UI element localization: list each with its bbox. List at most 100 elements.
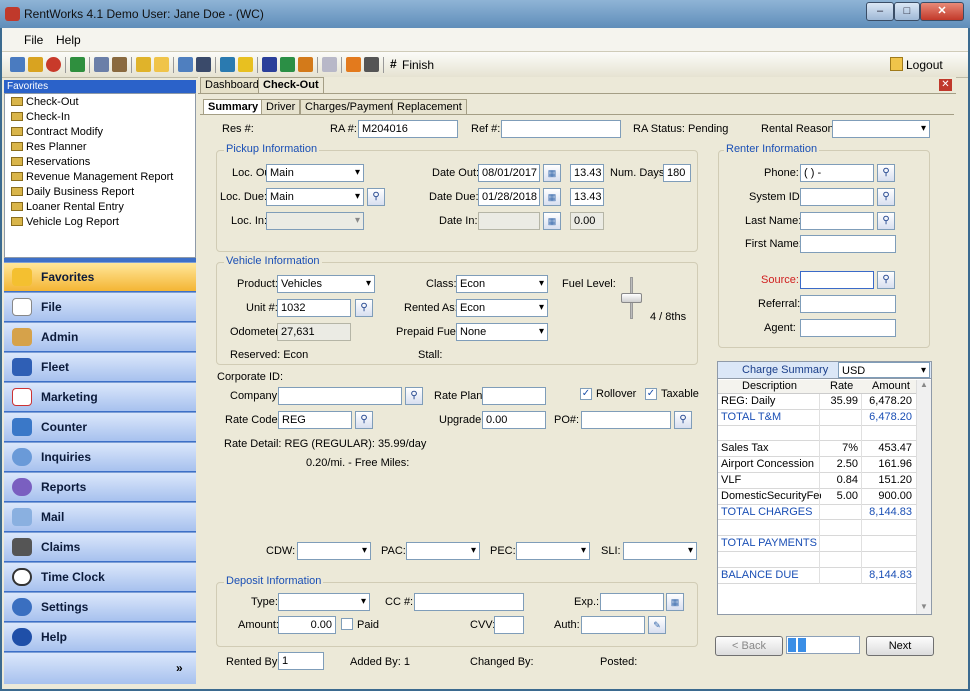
refresh-icon[interactable] — [220, 57, 235, 72]
favorite-item-revenue-report[interactable]: Revenue Management Report — [11, 170, 173, 185]
maximize-button[interactable]: □ — [894, 2, 920, 21]
date-out-field[interactable]: 08/01/2017 — [478, 164, 540, 182]
cvv-field[interactable] — [494, 616, 524, 634]
percent-icon[interactable] — [364, 57, 379, 72]
auth-field[interactable] — [581, 616, 645, 634]
binoculars-icon[interactable]: ⚲ — [674, 411, 692, 429]
unit-field[interactable]: 1032 — [277, 299, 351, 317]
nav-mail[interactable]: Mail — [4, 502, 196, 531]
binoculars-icon[interactable]: ⚲ — [877, 164, 895, 182]
rented-as-select[interactable]: Econ — [456, 299, 548, 317]
nav-file[interactable]: File — [4, 292, 196, 321]
subtab-driver[interactable]: Driver — [261, 99, 301, 114]
nav-admin[interactable]: Admin — [4, 322, 196, 351]
truck-icon[interactable] — [262, 57, 277, 72]
close-icon[interactable]: ✕ — [939, 79, 952, 91]
binoculars-icon[interactable]: ⚲ — [355, 411, 373, 429]
class-select[interactable]: Econ — [456, 275, 548, 293]
wrench-icon[interactable] — [298, 57, 313, 72]
letter-e-icon[interactable] — [322, 57, 337, 72]
loc-in-select[interactable] — [266, 212, 364, 230]
network-icon[interactable] — [94, 57, 109, 72]
binoculars-icon[interactable]: ⚲ — [355, 299, 373, 317]
arrow-icon[interactable] — [136, 57, 151, 72]
chevron-double-down-icon[interactable]: » — [176, 661, 183, 675]
ruler-icon[interactable] — [238, 57, 253, 72]
exp-field[interactable] — [600, 593, 664, 611]
cdw-select[interactable] — [297, 542, 371, 560]
back-button[interactable]: < Back — [715, 636, 783, 656]
nav-help[interactable]: Help — [4, 622, 196, 651]
currency-select[interactable]: USD — [838, 362, 930, 378]
company-field[interactable] — [278, 387, 402, 405]
rollover-checkbox[interactable]: ✓ — [580, 388, 592, 400]
favorite-item-daily-report[interactable]: Daily Business Report — [11, 185, 134, 200]
cc-number-field[interactable] — [414, 593, 524, 611]
binoculars-icon[interactable]: ⚲ — [367, 188, 385, 206]
phone-field[interactable]: ( ) - — [800, 164, 874, 182]
odometer-field[interactable]: 27,631 — [277, 323, 351, 341]
book-icon[interactable] — [10, 57, 25, 72]
rental-reason-select[interactable] — [832, 120, 930, 138]
loc-out-select[interactable]: Main — [266, 164, 364, 182]
favorite-item-loaner-entry[interactable]: Loaner Rental Entry — [11, 200, 124, 215]
document-icon[interactable] — [178, 57, 193, 72]
time-due-field[interactable]: 13.43 — [570, 188, 604, 206]
tab-checkout[interactable]: Check-Out — [258, 77, 324, 93]
car-pair-icon[interactable] — [280, 57, 295, 72]
nav-marketing[interactable]: Marketing — [4, 382, 196, 411]
ra-number-field[interactable]: M204016 — [358, 120, 458, 138]
binoculars-icon[interactable]: ⚲ — [877, 188, 895, 206]
nav-reports[interactable]: Reports — [4, 472, 196, 501]
nav-time-clock[interactable]: Time Clock — [4, 562, 196, 591]
calendar-icon[interactable]: ▦ — [543, 212, 561, 230]
nav-fleet[interactable]: Fleet — [4, 352, 196, 381]
menu-file[interactable]: File — [24, 33, 43, 47]
binoculars-icon[interactable]: ⚲ — [877, 271, 895, 289]
loc-due-select[interactable]: Main — [266, 188, 364, 206]
upgrade-field[interactable]: 0.00 — [482, 411, 546, 429]
no-entry-icon[interactable] — [46, 57, 61, 72]
date-in-field[interactable] — [478, 212, 540, 230]
scroll-down-icon[interactable]: ▼ — [920, 602, 928, 611]
po-number-field[interactable] — [581, 411, 671, 429]
nav-settings[interactable]: Settings — [4, 592, 196, 621]
ref-number-field[interactable] — [501, 120, 621, 138]
product-select[interactable]: Vehicles — [277, 275, 375, 293]
split-arrow-icon[interactable] — [346, 57, 361, 72]
favorite-item-res-planner[interactable]: Res Planner — [11, 140, 87, 155]
time-in-field[interactable]: 0.00 — [570, 212, 604, 230]
rate-plan-field[interactable] — [482, 387, 546, 405]
nav-counter[interactable]: Counter — [4, 412, 196, 441]
sli-select[interactable] — [623, 542, 697, 560]
fuel-level-slider[interactable] — [621, 293, 642, 303]
num-days-field[interactable]: 180 — [663, 164, 691, 182]
referral-field[interactable] — [800, 295, 896, 313]
time-out-field[interactable]: 13.43 — [570, 164, 604, 182]
system-id-field[interactable] — [800, 188, 874, 206]
pec-select[interactable] — [516, 542, 590, 560]
calculator-icon[interactable] — [196, 57, 211, 72]
next-button[interactable]: Next — [866, 636, 934, 656]
finish-button[interactable]: Finish — [402, 58, 434, 72]
calendar-icon[interactable]: ▦ — [543, 188, 561, 206]
calendar-icon[interactable]: ▦ — [666, 593, 684, 611]
subtab-charges-payments[interactable]: Charges/Payments — [300, 99, 404, 114]
close-button[interactable]: ✕ — [920, 2, 964, 21]
favorite-item-checkin[interactable]: Check-In — [11, 110, 70, 125]
rate-code-field[interactable]: REG — [278, 411, 352, 429]
nav-claims[interactable]: Claims — [4, 532, 196, 561]
nav-inquiries[interactable]: Inquiries — [4, 442, 196, 471]
binoculars-icon[interactable]: ⚲ — [877, 212, 895, 230]
first-name-field[interactable] — [800, 235, 896, 253]
binoculars-icon[interactable]: ⚲ — [405, 387, 423, 405]
favorite-item-reservations[interactable]: Reservations — [11, 155, 90, 170]
tab-dashboard[interactable]: Dashboard — [200, 77, 264, 93]
last-name-field[interactable] — [800, 212, 874, 230]
scroll-up-icon[interactable]: ▲ — [920, 380, 928, 389]
favorite-item-contract-modify[interactable]: Contract Modify — [11, 125, 103, 140]
favorite-item-vehicle-log[interactable]: Vehicle Log Report — [11, 215, 119, 230]
car-icon[interactable] — [70, 57, 85, 72]
date-due-field[interactable]: 01/28/2018 — [478, 188, 540, 206]
taxable-checkbox[interactable]: ✓ — [645, 388, 657, 400]
